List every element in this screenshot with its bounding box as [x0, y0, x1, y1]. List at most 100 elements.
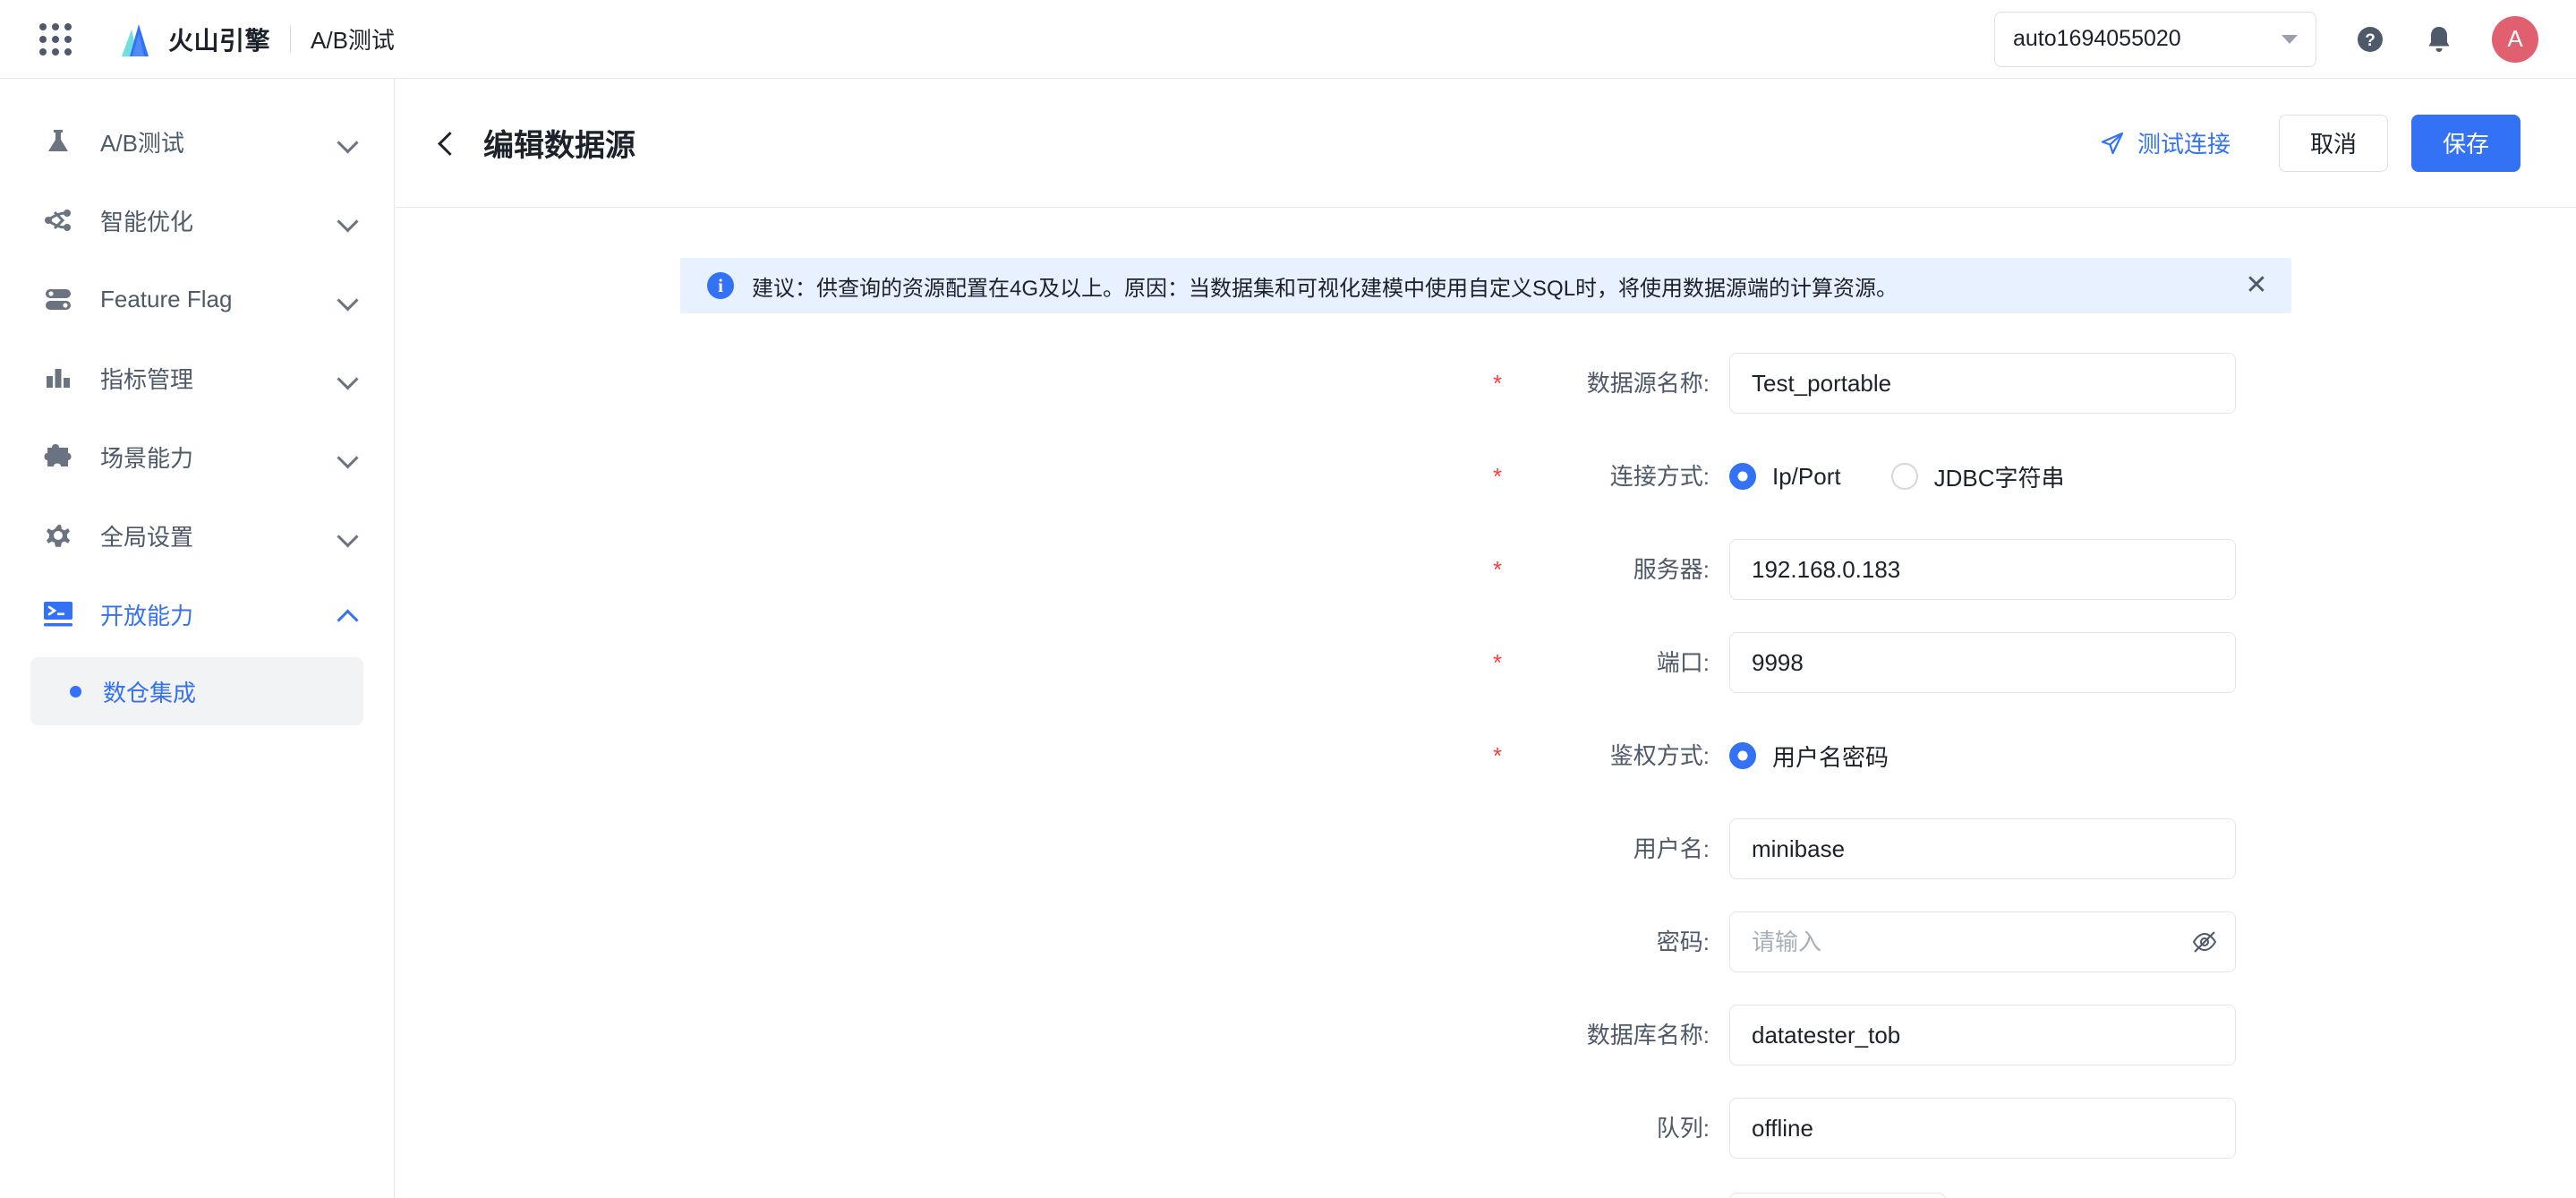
chevron-down-icon[interactable]	[338, 289, 358, 309]
form-row-server: * 服务器:	[1493, 539, 2576, 600]
bar-chart-icon	[41, 361, 75, 395]
chevron-down-icon[interactable]	[338, 210, 358, 230]
sidebar-item-feature-flag[interactable]: Feature Flag	[0, 260, 394, 338]
form-row-port: * 端口:	[1493, 632, 2576, 693]
field-label: 队列:	[1498, 1098, 1729, 1159]
sidebar-item-metrics[interactable]: 指标管理	[0, 338, 394, 417]
field-control	[1729, 818, 2236, 879]
apps-grid-icon[interactable]	[39, 22, 72, 56]
database-name-input[interactable]	[1729, 1005, 2236, 1065]
eye-off-icon[interactable]	[2191, 928, 2218, 955]
test-connection-button[interactable]: 测试连接	[2100, 126, 2231, 159]
field-label: * 鉴权方式:	[1493, 725, 1729, 786]
form-row-resource-limit: 资源使用上限: 10 核	[1498, 1191, 2576, 1198]
datasource-name-input[interactable]	[1729, 353, 2236, 414]
grid-dot	[64, 47, 72, 56]
field-label: * 连接方式:	[1493, 446, 1729, 507]
field-control	[1729, 911, 2236, 972]
close-icon[interactable]: ✕	[2241, 270, 2272, 301]
brand-name: 火山引擎	[168, 26, 271, 55]
port-input[interactable]	[1729, 632, 2236, 693]
field-label-text: 数据源名称:	[1586, 370, 1710, 397]
info-alert-banner: i 建议：供查询的资源配置在4G及以上。原因：当数据集和可视化建模中使用自定义S…	[680, 258, 2291, 313]
product-name: A/B测试	[311, 27, 395, 54]
radio-indicator	[1890, 463, 1918, 490]
chevron-down-icon	[2282, 34, 2298, 44]
form-row-database-name: 数据库名称:	[1498, 1005, 2576, 1065]
field-label-text: 鉴权方式:	[1609, 742, 1710, 769]
page-title: 编辑数据源	[483, 129, 635, 163]
field-label: 用户名:	[1498, 818, 1729, 879]
volcano-logo-icon	[122, 23, 149, 56]
form-row-datasource-name: * 数据源名称:	[1493, 353, 2576, 414]
grid-dot	[52, 22, 59, 30]
field-control	[1729, 1098, 2236, 1159]
sidebar-item-smart-optimize[interactable]: 智能优化	[0, 181, 394, 260]
auth-type-radio-group: 用户名密码	[1729, 725, 1939, 786]
grid-dot	[39, 22, 47, 30]
field-label: * 服务器:	[1493, 539, 1729, 600]
password-input-wrapper	[1729, 911, 2236, 972]
sidebar-item-global-settings[interactable]: 全局设置	[0, 496, 394, 575]
project-selector-value: auto1694055020	[2013, 26, 2181, 51]
save-button-label: 保存	[2442, 131, 2489, 158]
brand-divider	[290, 25, 292, 53]
project-selector[interactable]: auto1694055020	[1994, 11, 2316, 67]
radio-ip-port[interactable]: Ip/Port	[1729, 463, 1841, 491]
flask-icon	[41, 124, 75, 158]
radio-username-password[interactable]: 用户名密码	[1729, 740, 1889, 773]
optimize-branch-icon	[41, 203, 75, 237]
chevron-down-icon[interactable]	[338, 447, 358, 466]
sidebar-item-open-capability[interactable]: 开放能力	[0, 575, 394, 654]
save-button[interactable]: 保存	[2411, 114, 2521, 172]
page-header: 编辑数据源 测试连接 取消 保存	[396, 79, 2576, 208]
datasource-form: * 数据源名称: * 连接方式: Ip/Port JDBC字符串	[396, 353, 2576, 1198]
sidebar-item-label: 开放能力	[100, 602, 194, 629]
resource-limit-stepper[interactable]: 10 核	[1729, 1193, 1946, 1198]
radio-label: 用户名密码	[1772, 743, 1889, 771]
field-control	[1729, 632, 2236, 693]
chevron-left-icon[interactable]	[433, 130, 460, 157]
chevron-down-icon[interactable]	[338, 132, 358, 151]
chevron-up-icon[interactable]	[338, 604, 358, 624]
bullet-dot-icon	[70, 685, 81, 697]
required-asterisk: *	[1493, 370, 1503, 397]
field-label-text: 用户名:	[1633, 835, 1710, 862]
cancel-button[interactable]: 取消	[2279, 114, 2388, 172]
required-asterisk: *	[1493, 742, 1503, 769]
form-row-connection-type: * 连接方式: Ip/Port JDBC字符串	[1493, 446, 2576, 507]
username-input[interactable]	[1729, 818, 2236, 879]
top-header-bar: 火山引擎 A/B测试 auto1694055020 ? A	[0, 0, 2576, 79]
field-control: 10 核	[1729, 1191, 1946, 1198]
radio-jdbc-string[interactable]: JDBC字符串	[1890, 460, 2065, 493]
field-label: * 数据源名称:	[1493, 353, 1729, 414]
server-toggle-icon	[41, 282, 75, 316]
avatar[interactable]: A	[2492, 15, 2538, 63]
svg-text:?: ?	[2365, 31, 2376, 50]
sidebar-item-label: 智能优化	[100, 208, 194, 235]
notification-bell-icon[interactable]	[2424, 23, 2454, 56]
field-control	[1729, 539, 2236, 600]
field-control	[1729, 353, 2236, 414]
server-input[interactable]	[1729, 539, 2236, 600]
sidebar-item-label: 场景能力	[100, 444, 194, 472]
brand-logo-group[interactable]: 火山引擎 A/B测试	[115, 19, 395, 60]
field-label-text: 密码:	[1656, 928, 1710, 955]
field-label-text: 端口:	[1656, 649, 1710, 676]
grid-dot	[64, 22, 72, 30]
form-row-password: 密码:	[1498, 911, 2576, 972]
sidebar-item-scenario[interactable]: 场景能力	[0, 417, 394, 496]
top-header-actions: auto1694055020 ? A	[1994, 11, 2538, 67]
page-header-actions: 测试连接 取消 保存	[2100, 114, 2521, 172]
grid-dot	[39, 35, 47, 43]
password-input[interactable]	[1729, 911, 2236, 972]
form-row-auth-type: * 鉴权方式: 用户名密码	[1493, 725, 2576, 786]
chevron-down-icon[interactable]	[338, 526, 358, 545]
sidebar-subitem-data-warehouse[interactable]: 数仓集成	[30, 657, 363, 725]
grid-dot	[52, 47, 59, 56]
queue-input[interactable]	[1729, 1098, 2236, 1159]
sidebar-item-ab-test[interactable]: A/B测试	[0, 102, 394, 181]
help-icon[interactable]: ?	[2354, 23, 2386, 56]
field-label: 数据库名称:	[1498, 1005, 1729, 1065]
chevron-down-icon[interactable]	[338, 368, 358, 388]
